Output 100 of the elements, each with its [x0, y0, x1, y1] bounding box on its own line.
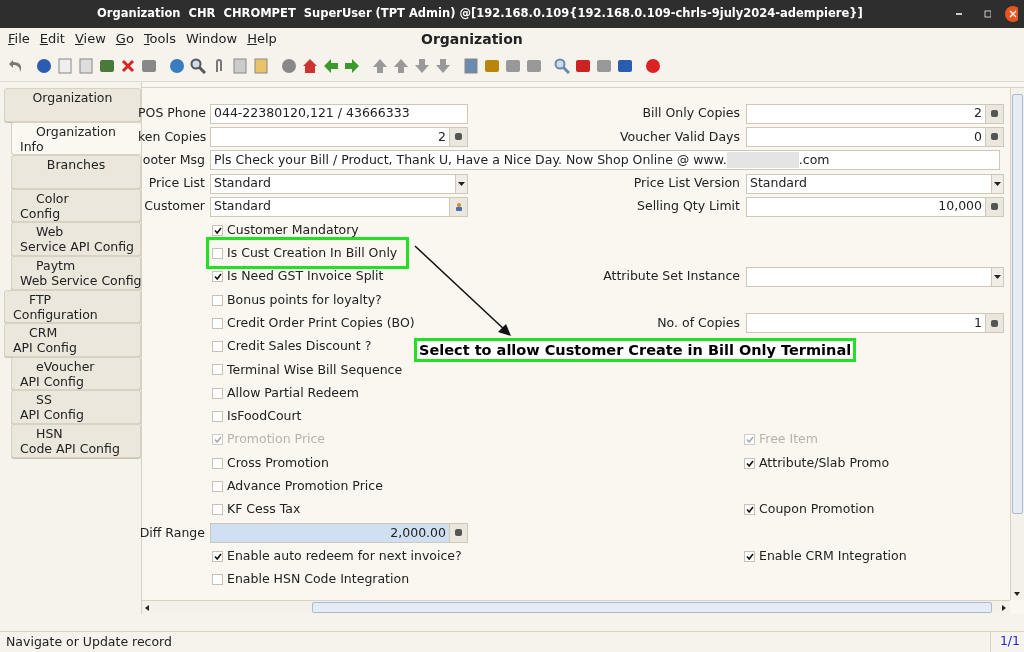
checkbox[interactable]	[212, 387, 223, 399]
side-tab[interactable]: HSN Code API Config	[11, 423, 141, 458]
checkbox-option[interactable]: IsFoodCourt	[212, 406, 302, 427]
side-tab[interactable]: Branches	[11, 155, 141, 189]
first-record-icon[interactable]	[372, 57, 388, 74]
caret-icon	[994, 274, 1001, 279]
horizontal-scrollbar[interactable]	[142, 600, 1010, 614]
field-label: Attribute Set Instance	[602, 267, 741, 286]
checkbox[interactable]	[744, 504, 755, 516]
checkbox-option[interactable]: Coupon Promotion	[744, 499, 875, 520]
spinner-button[interactable]	[985, 314, 1003, 333]
menu-item[interactable]: Edit	[34, 29, 70, 49]
menu-item[interactable]: Help	[242, 29, 282, 49]
lookup-button[interactable]	[449, 197, 467, 216]
checkbox[interactable]	[212, 457, 223, 469]
checkbox[interactable]	[212, 271, 223, 283]
checkbox[interactable]	[212, 574, 223, 586]
checkbox-option[interactable]: Is Cust Creation In Bill Only	[212, 243, 404, 264]
menu-item[interactable]: View	[69, 29, 111, 49]
checkbox[interactable]	[212, 411, 223, 422]
next-record-icon[interactable]	[414, 57, 430, 74]
spinner-button[interactable]	[449, 127, 467, 146]
vertical-scrollbar[interactable]	[1010, 88, 1024, 600]
dropdown-button[interactable]	[455, 174, 467, 193]
side-tab[interactable]: Color Config	[11, 188, 141, 223]
spinner-button[interactable]	[985, 127, 1003, 146]
checkbox-option[interactable]: Advance Promotion Price	[212, 476, 383, 497]
dropdown-button[interactable]	[991, 174, 1003, 193]
checkbox-option[interactable]: Credit Order Print Copies (BO)	[212, 313, 415, 334]
checkbox-option[interactable]: Terminal Wise Bill Sequence	[212, 359, 403, 380]
checkbox[interactable]	[212, 504, 223, 516]
text-field[interactable]: 2	[746, 103, 1004, 124]
check-icon	[745, 459, 754, 467]
menu-item[interactable]: Go	[110, 29, 139, 49]
checkbox-option[interactable]: Enable auto redeem for next invoice?	[212, 546, 462, 567]
side-tab[interactable]: FTP Configuration	[4, 289, 141, 324]
checkbox-option[interactable]: Cross Promotion	[212, 453, 329, 474]
text-field[interactable]: 2,000.00	[210, 523, 468, 543]
maximize-icon[interactable]	[984, 10, 991, 18]
previous-record-icon[interactable]	[393, 57, 409, 74]
checkbox-option[interactable]: Allow Partial Redeem	[212, 383, 359, 404]
text-field[interactable]: 10,000	[746, 196, 1004, 217]
person-icon	[455, 202, 462, 211]
checkbox[interactable]	[212, 341, 223, 353]
checkbox[interactable]	[744, 457, 755, 469]
menu-item[interactable]: Tools	[138, 29, 181, 49]
scroll-thumb[interactable]	[1012, 94, 1023, 514]
annotation-callout: Select to allow Customer Create in Bill Only Terminal	[414, 338, 857, 362]
spinner-button[interactable]	[449, 524, 467, 542]
spinner-button[interactable]	[985, 197, 1003, 216]
scroll-thumb[interactable]	[312, 602, 992, 613]
text-field[interactable]	[746, 266, 1004, 287]
checkbox[interactable]	[212, 364, 223, 376]
text-field[interactable]: Standard	[746, 173, 1004, 194]
dropdown-button[interactable]	[991, 267, 1003, 286]
minimize-icon[interactable]	[955, 13, 963, 15]
field-label: ooter Msg	[141, 150, 206, 169]
menu-item[interactable]: Window	[180, 29, 243, 49]
delete-icon[interactable]	[120, 57, 136, 74]
search-icon[interactable]	[190, 57, 206, 74]
side-tab[interactable]: Web Service API Config	[11, 222, 141, 256]
server-title: [192.168.0.109{192.168.0.109-chrls-9july2024-adempiere}]	[471, 5, 863, 23]
checkbox-option[interactable]: Is Need GST Invoice Split	[212, 266, 384, 287]
checkbox-option[interactable]: Attribute/Slab Promo	[744, 453, 890, 474]
side-tab[interactable]: SS API Config	[11, 390, 141, 424]
checkbox[interactable]	[212, 550, 223, 562]
spinner-button[interactable]	[985, 104, 1003, 123]
checkbox[interactable]	[744, 550, 755, 562]
field-label: Price List	[147, 174, 206, 193]
text-field[interactable]: 2	[210, 126, 468, 147]
text-field[interactable]: 044-22380120,121 / 43666333	[210, 103, 468, 124]
home-icon[interactable]	[302, 57, 318, 74]
side-tab[interactable]: Paytm Web Service Config	[11, 255, 141, 290]
text-field[interactable]: Standard	[210, 173, 468, 194]
checkbox[interactable]	[212, 247, 223, 259]
caret-icon	[458, 181, 465, 186]
checkbox-option[interactable]: Credit Sales Discount ?	[212, 336, 372, 357]
forward-arrow-icon[interactable]	[344, 57, 360, 74]
checkbox-option[interactable]: KF Cess Tax	[212, 499, 301, 520]
checkbox[interactable]	[212, 480, 223, 492]
check-icon	[213, 273, 222, 281]
checkbox[interactable]	[212, 294, 223, 306]
checkbox-option[interactable]: Customer Mandatory	[212, 220, 359, 241]
back-arrow-icon[interactable]	[323, 57, 339, 74]
checkbox[interactable]	[212, 317, 223, 329]
menu-item[interactable]: File	[3, 29, 35, 49]
text-field[interactable]: Standard	[210, 196, 468, 217]
zoom-icon[interactable]	[554, 57, 570, 74]
side-tab[interactable]: eVoucher API Config	[11, 356, 141, 391]
text-field[interactable]: 1	[746, 313, 1004, 334]
checkbox-option[interactable]: Bonus points for loyalty?	[212, 290, 382, 310]
checkbox-option[interactable]: Enable CRM Integration	[744, 546, 907, 567]
record-count: 1/1	[990, 632, 1024, 652]
checkbox[interactable]	[212, 224, 223, 236]
text-field[interactable]: 0	[746, 126, 1004, 147]
caret-icon	[994, 181, 1001, 186]
last-record-icon[interactable]	[435, 57, 451, 74]
text-field[interactable]: Pls Check your Bill / Product, Thank U, Have a Nice Day. Now Shop Online @ www. .com	[210, 150, 1000, 171]
down-arrow-icon[interactable]	[1011, 590, 1023, 598]
checkbox-option[interactable]: Enable HSN Code Integration	[212, 569, 410, 590]
